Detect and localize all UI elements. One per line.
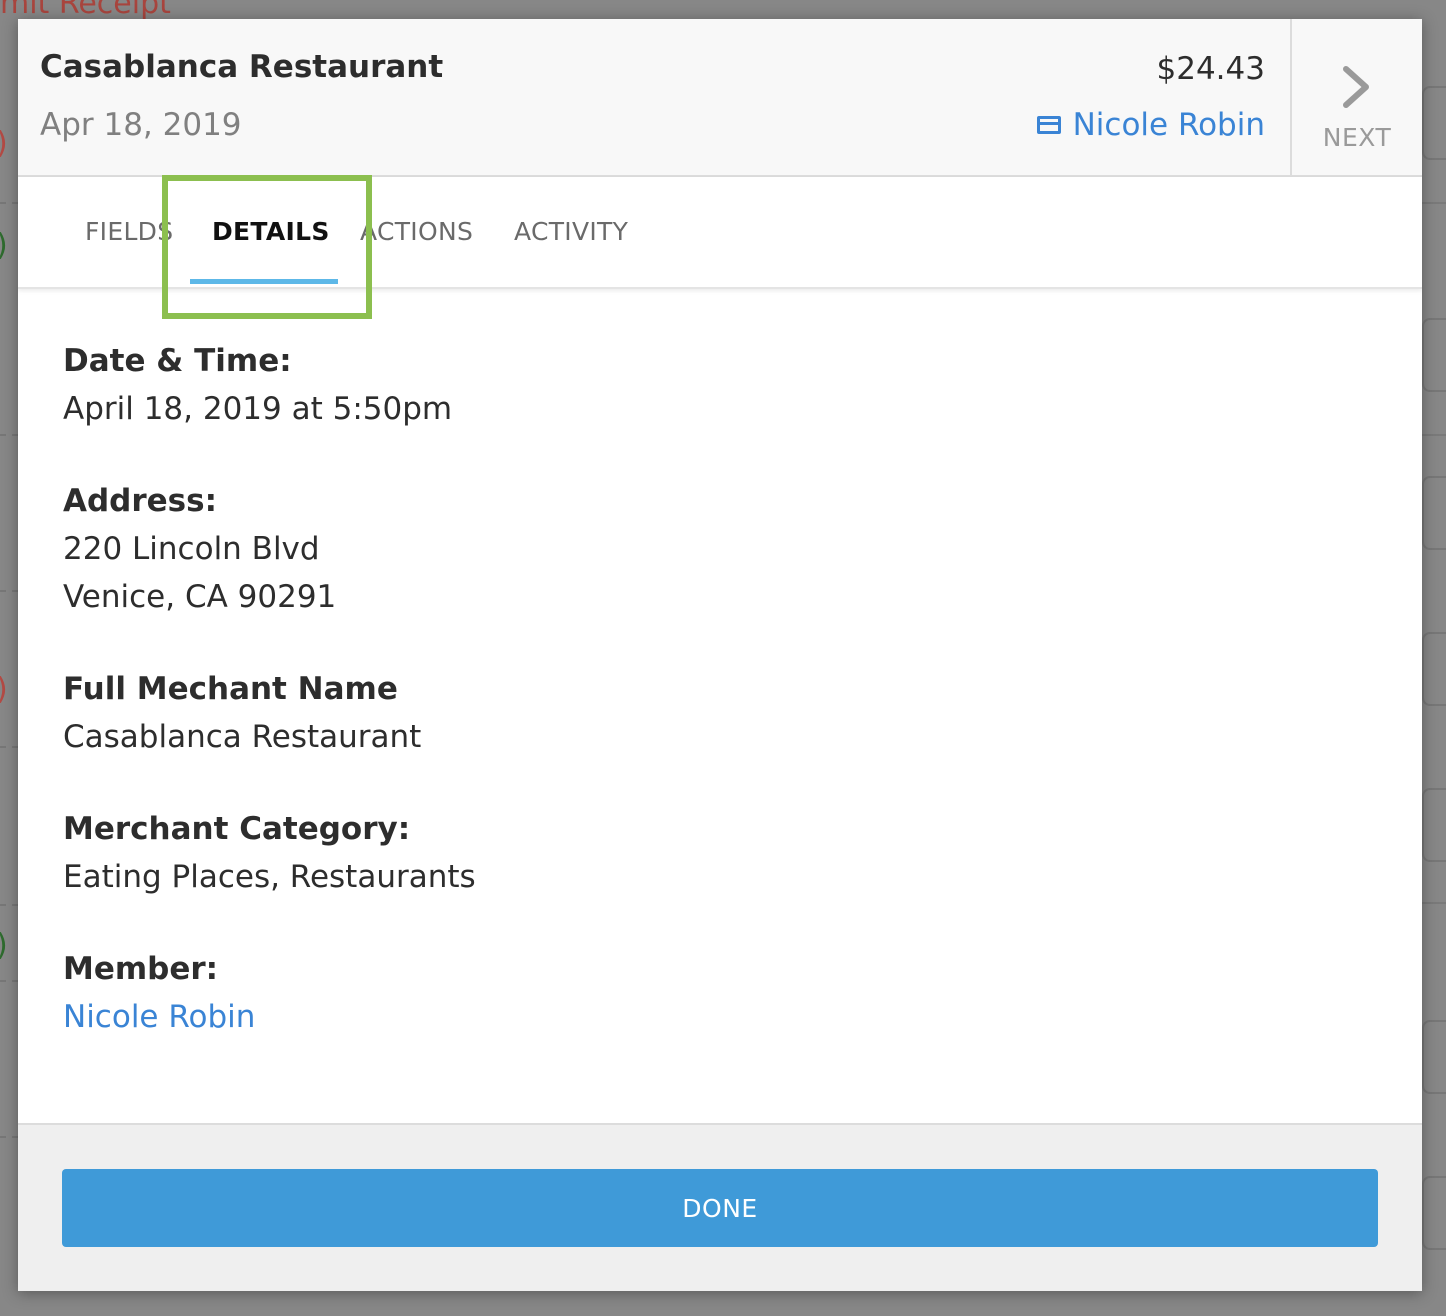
datetime-label: Date & Time: xyxy=(63,343,292,379)
full-merchant-name-label: Full Mechant Name xyxy=(63,671,398,707)
detail-merchant-category: Merchant Category: Eating Places, Restau… xyxy=(63,805,476,901)
detail-member: Member: Nicole Robin xyxy=(63,945,255,1041)
merchant-title: Casablanca Restaurant xyxy=(40,49,444,85)
tab-actions[interactable]: ACTIONS xyxy=(360,217,473,246)
next-label: NEXT xyxy=(1322,123,1392,152)
full-merchant-name-value: Casablanca Restaurant xyxy=(63,719,422,755)
background-control xyxy=(1422,788,1446,862)
background-control xyxy=(1422,86,1446,160)
address-label: Address: xyxy=(63,483,217,519)
detail-address: Address: 220 Lincoln Blvd Venice, CA 902… xyxy=(63,477,336,621)
active-tab-indicator xyxy=(190,279,338,284)
tab-details[interactable]: DETAILS xyxy=(212,217,330,246)
address-line-1: 220 Lincoln Blvd xyxy=(63,531,320,567)
modal-footer: DONE xyxy=(18,1123,1422,1291)
background-status-mark: ) xyxy=(0,126,8,161)
merchant-category-label: Merchant Category: xyxy=(63,811,411,847)
background-control xyxy=(1422,1020,1446,1094)
background-control xyxy=(1422,318,1446,392)
background-divider xyxy=(1422,202,1446,204)
expense-date: Apr 18, 2019 xyxy=(40,107,242,143)
detail-datetime: Date & Time: April 18, 2019 at 5:50pm xyxy=(63,337,452,433)
tab-bar: FIELDS DETAILS ACTIONS ACTIVITY xyxy=(18,177,1422,289)
background-control xyxy=(1422,476,1446,550)
detail-full-merchant-name: Full Mechant Name Casablanca Restaurant xyxy=(63,665,421,761)
background-status-mark: ) xyxy=(0,928,8,963)
background-divider xyxy=(1422,902,1446,904)
card-member-name: Nicole Robin xyxy=(1072,107,1265,143)
background-divider xyxy=(0,434,18,436)
background-divider xyxy=(0,202,18,204)
background-divider xyxy=(0,904,18,906)
background-status-mark: ) xyxy=(0,672,8,707)
background-divider xyxy=(0,980,18,982)
expense-detail-modal: Casablanca Restaurant Apr 18, 2019 $24.4… xyxy=(18,19,1422,1291)
tab-fields[interactable]: FIELDS xyxy=(85,217,173,246)
card-member-link[interactable]: Nicole Robin xyxy=(1036,107,1265,143)
background-divider xyxy=(0,590,18,592)
modal-header: Casablanca Restaurant Apr 18, 2019 $24.4… xyxy=(18,19,1422,177)
expense-amount: $24.43 xyxy=(1156,51,1265,87)
member-label: Member: xyxy=(63,951,219,987)
credit-card-icon xyxy=(1036,116,1061,134)
datetime-value: April 18, 2019 at 5:50pm xyxy=(63,391,453,427)
tab-activity[interactable]: ACTIVITY xyxy=(514,217,628,246)
background-control xyxy=(1422,1176,1446,1250)
background-status-mark: ) xyxy=(0,228,8,263)
background-control xyxy=(1422,632,1446,706)
chevron-right-icon xyxy=(1343,66,1369,108)
background-page-title: mit Receipt xyxy=(0,0,171,21)
address-line-2: Venice, CA 90291 xyxy=(63,579,337,615)
member-link[interactable]: Nicole Robin xyxy=(63,993,255,1041)
background-divider xyxy=(0,1136,18,1138)
background-divider xyxy=(0,746,18,748)
merchant-category-value: Eating Places, Restaurants xyxy=(63,859,476,895)
next-button[interactable]: NEXT xyxy=(1290,19,1422,175)
background-divider xyxy=(1422,434,1446,436)
done-button[interactable]: DONE xyxy=(62,1169,1378,1247)
